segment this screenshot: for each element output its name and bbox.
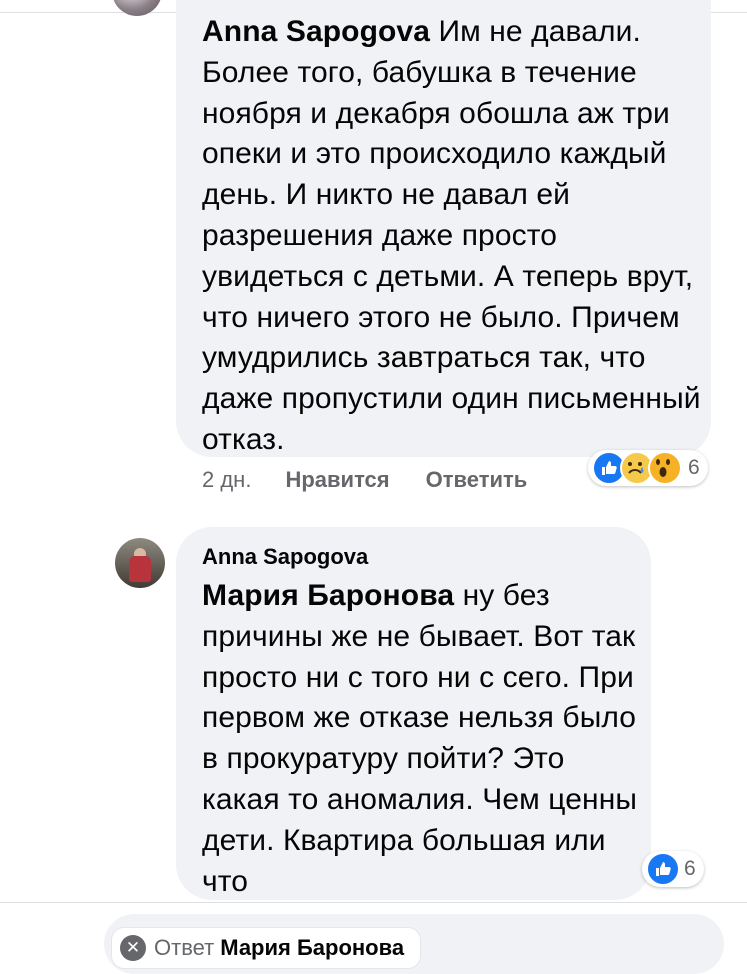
comment-text: Им не давали. Более того, бабушка в тече… xyxy=(202,15,701,456)
avatar[interactable] xyxy=(115,538,165,588)
reactions-summary[interactable]: 6 xyxy=(588,450,708,486)
avatar-figure-body xyxy=(129,556,151,582)
avatar[interactable] xyxy=(112,0,162,16)
comment-author[interactable]: Anna Sapogova xyxy=(202,15,430,48)
bottom-divider xyxy=(0,902,747,903)
comment-body: Anna Sapogova Им не давали. Более того, … xyxy=(202,12,702,461)
mention-link[interactable]: Мария Баронова xyxy=(202,579,454,612)
reaction-count: 6 xyxy=(688,456,700,479)
reaction-count: 6 xyxy=(684,857,696,880)
comment-author[interactable]: Anna Sapogova xyxy=(202,544,368,570)
reply-target-name: Мария Баронова xyxy=(220,935,405,960)
like-icon xyxy=(646,852,680,886)
reply-button[interactable]: Ответить xyxy=(426,467,528,493)
close-icon[interactable]: ✕ xyxy=(120,935,146,961)
reactions-summary[interactable]: 6 xyxy=(642,851,704,887)
comment-text: ну без причины же не бывает. Вот так про… xyxy=(202,579,638,898)
wow-icon xyxy=(648,451,682,485)
comment-body: Мария Баронова ну без причины же не быва… xyxy=(202,576,642,902)
reply-target-chip: ✕ Ответ Мария Баронова xyxy=(112,928,421,968)
reply-prefix: Ответ xyxy=(154,935,215,960)
comment-actions: 2 дн. Нравится Ответить xyxy=(202,463,563,497)
comment-timestamp[interactable]: 2 дн. xyxy=(202,467,251,493)
like-button[interactable]: Нравится xyxy=(285,467,389,493)
